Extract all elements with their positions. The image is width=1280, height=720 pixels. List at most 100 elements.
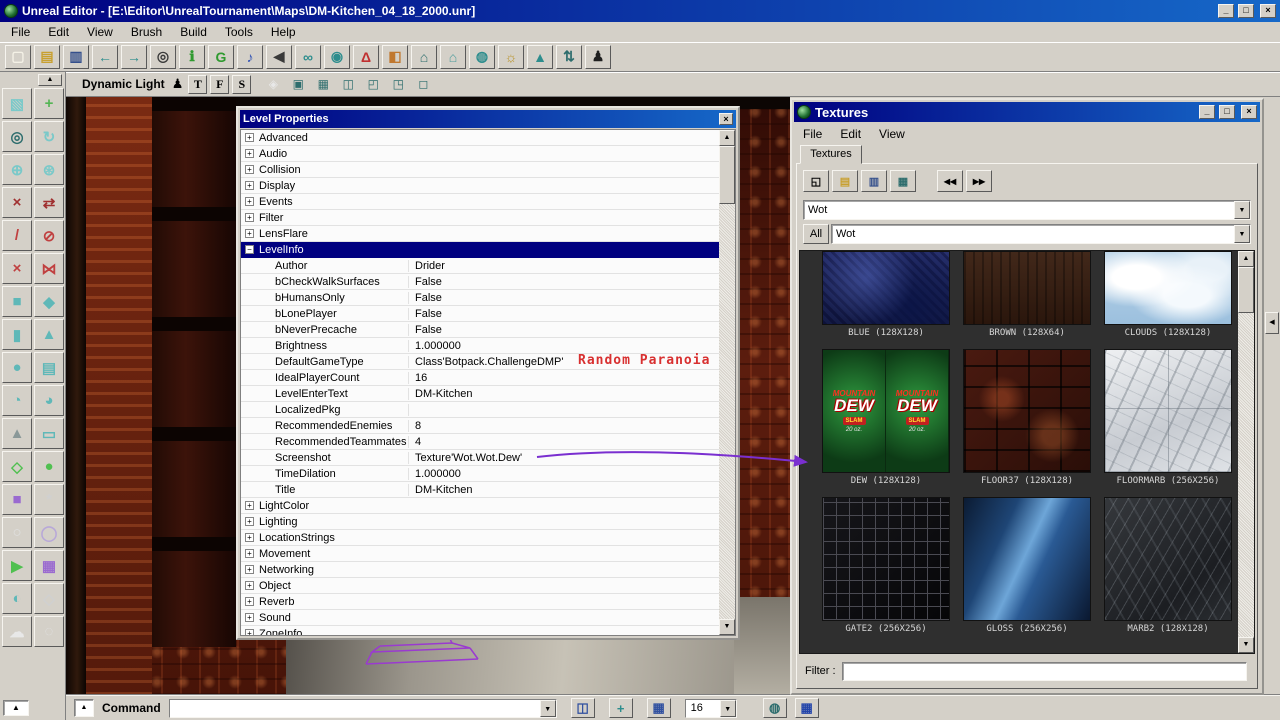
mirror-x-icon[interactable]: ×	[2, 187, 32, 218]
scroll-up-icon[interactable]: ▲	[1238, 251, 1254, 267]
vertex-snap-icon[interactable]: ⋈	[34, 253, 64, 284]
spiral-stairs-brush-icon[interactable]: ◕	[34, 385, 64, 416]
next-group-icon[interactable]: ▶▶	[966, 170, 992, 192]
chevron-down-icon[interactable]: ▼	[540, 700, 556, 717]
texture-tile-clouds[interactable]: CLOUDS (128X128)	[1104, 251, 1232, 338]
corner-tl-icon[interactable]: ◰	[362, 74, 384, 94]
property-row[interactable]: RecommendedTeammates 4	[241, 434, 719, 450]
menu-item[interactable]: Edit	[831, 124, 870, 144]
property-group-row[interactable]: + Object	[241, 578, 719, 594]
titlebar[interactable]: Unreal Editor - [E:\Editor\UnrealTournam…	[0, 0, 1280, 22]
vertex-edit-icon[interactable]: ×	[2, 253, 32, 284]
menu-item[interactable]: Tools	[216, 22, 262, 42]
expand-plus-icon[interactable]: +	[245, 133, 254, 142]
property-value[interactable]: 16	[409, 372, 719, 384]
property-value[interactable]: False	[409, 276, 719, 288]
translate-tool-icon[interactable]: ⊕	[2, 154, 32, 185]
build-all-icon[interactable]: ⌂	[440, 45, 466, 69]
texture-align-button[interactable]: F	[210, 75, 229, 94]
flat-sheet-brush-icon[interactable]: ▭	[34, 418, 64, 449]
texture-grid[interactable]: BLUE (128X128) BROWN (128X64) CLOUDS (12…	[799, 250, 1255, 654]
clip-split-icon[interactable]: ⊘	[34, 220, 64, 251]
property-row[interactable]: bCheckWalkSurfaces False	[241, 274, 719, 290]
open-map-icon[interactable]: ▤	[34, 45, 60, 69]
property-group-row[interactable]: + Display	[241, 178, 719, 194]
expand-plus-icon[interactable]: +	[245, 581, 254, 590]
light-icon[interactable]: ☼	[498, 45, 524, 69]
texture-align-button[interactable]: T	[188, 75, 207, 94]
search-actor-icon[interactable]: ◎	[150, 45, 176, 69]
property-row[interactable]: Author Drider	[241, 258, 719, 274]
log-window-icon[interactable]: ◫	[571, 698, 595, 718]
rotate-tool-icon[interactable]: ↻	[34, 121, 64, 152]
music-icon[interactable]: ♪	[237, 45, 263, 69]
property-group-row[interactable]: + Filter	[241, 210, 719, 226]
terrain-brush-icon[interactable]: ▲	[2, 418, 32, 449]
command-combo[interactable]: ▼	[169, 699, 557, 718]
subtract-brush-icon[interactable]: ●	[34, 451, 64, 482]
property-value[interactable]: 8	[409, 420, 719, 432]
property-row[interactable]: Brightness 1.000000	[241, 338, 719, 354]
marb2-texture-image[interactable]	[1104, 497, 1232, 621]
menu-item[interactable]: View	[78, 22, 122, 42]
property-group-row[interactable]: + Collision	[241, 162, 719, 178]
texture-tile-marb2[interactable]: MARB2 (128X128)	[1104, 497, 1232, 634]
palette-scroll-up-icon[interactable]: ▲	[38, 74, 62, 86]
polygon-brush-icon[interactable]: ◇	[34, 583, 64, 614]
stairs-brush-icon[interactable]: ▤	[34, 352, 64, 383]
property-row[interactable]: Title DM-Kitchen	[241, 482, 719, 498]
new-map-icon[interactable]: ▢	[5, 45, 31, 69]
minimize-icon[interactable]: _	[1218, 4, 1234, 18]
floor37-texture-image[interactable]	[963, 349, 1091, 473]
expand-plus-icon[interactable]: +	[245, 197, 254, 206]
close-icon[interactable]: ×	[1260, 4, 1276, 18]
scroll-down-icon[interactable]: ▼	[719, 619, 735, 635]
grid-toggle-icon[interactable]: ▦	[647, 698, 671, 718]
expand-plus-icon[interactable]: +	[245, 165, 254, 174]
property-value[interactable]: DM-Kitchen	[409, 388, 719, 400]
diamond-icon[interactable]: ◈	[262, 74, 284, 94]
menu-item[interactable]: Build	[171, 22, 216, 42]
expand-plus-icon[interactable]: +	[245, 229, 254, 238]
property-row[interactable]: RecommendedEnemies 8	[241, 418, 719, 434]
property-row[interactable]: LevelEnterText DM-Kitchen	[241, 386, 719, 402]
menu-item[interactable]: Brush	[122, 22, 171, 42]
grid-icon[interactable]: ▦	[312, 74, 334, 94]
expand-plus-icon[interactable]: +	[245, 213, 254, 222]
dock-browser-icon[interactable]: ◱	[803, 170, 829, 192]
minimize-icon[interactable]: _	[1199, 105, 1215, 119]
property-value[interactable]: False	[409, 292, 719, 304]
expand-plus-icon[interactable]: +	[245, 597, 254, 606]
command-input[interactable]	[170, 700, 540, 717]
property-group-row[interactable]: + Events	[241, 194, 719, 210]
menu-item[interactable]: File	[794, 124, 831, 144]
eye-icon[interactable]: ◉	[324, 45, 350, 69]
actor-properties-icon[interactable]: ♟	[585, 45, 611, 69]
sheet-brush-icon[interactable]: ◆	[34, 286, 64, 317]
expand-plus-icon[interactable]: +	[245, 533, 254, 542]
scroll-down-icon[interactable]: ▼	[1238, 637, 1254, 653]
play-map-icon[interactable]: ▶	[2, 550, 32, 581]
network-sphere-icon[interactable]: ◍	[763, 698, 787, 718]
close-icon[interactable]: ×	[1241, 105, 1257, 119]
scroll-up-icon[interactable]: ▲	[719, 130, 735, 146]
property-row[interactable]: TimeDilation 1.000000	[241, 466, 719, 482]
expand-plus-icon[interactable]: +	[245, 149, 254, 158]
property-group-row[interactable]: + LocationStrings	[241, 530, 719, 546]
half-shade-icon[interactable]: ◐	[2, 583, 32, 614]
menu-item[interactable]: File	[2, 22, 39, 42]
gloss-texture-image[interactable]	[963, 497, 1091, 621]
expand-plus-icon[interactable]: +	[245, 181, 254, 190]
property-value[interactable]: 1.000000	[409, 468, 719, 480]
chevron-down-icon[interactable]: ▼	[1234, 201, 1250, 219]
sphere-brush-icon[interactable]: ●	[2, 352, 32, 383]
property-group-row[interactable]: + Audio	[241, 146, 719, 162]
split-view-icon[interactable]: ◫	[337, 74, 359, 94]
menu-item[interactable]: Edit	[39, 22, 78, 42]
curved-stairs-brush-icon[interactable]: ◔	[2, 385, 32, 416]
texture-tile-gloss[interactable]: GLOSS (256X256)	[963, 497, 1091, 634]
expand-plus-icon[interactable]: +	[245, 501, 254, 510]
dew-texture-image[interactable]: MOUNTAIN DEW SLAM 20 oz. MOUNTAIN DEW SL…	[822, 349, 950, 473]
palette-scroll-down-icon[interactable]: ▲	[3, 700, 29, 716]
property-row[interactable]: bHumansOnly False	[241, 290, 719, 306]
